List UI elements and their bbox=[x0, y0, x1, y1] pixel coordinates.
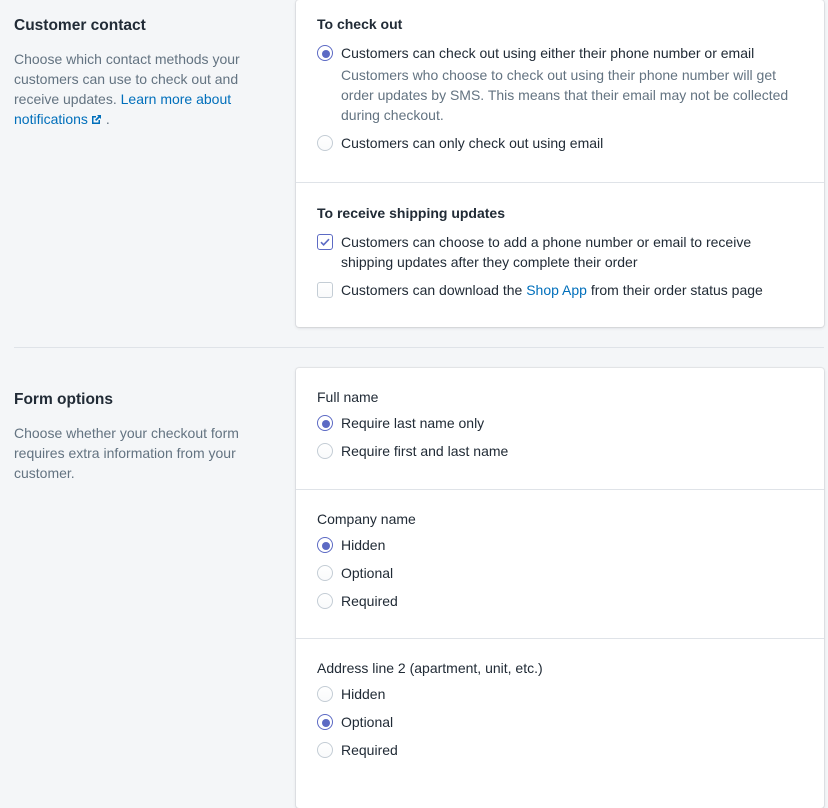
checkout-option-phone-or-email[interactable]: Customers can check out using either the… bbox=[317, 43, 803, 125]
external-link-icon bbox=[91, 110, 102, 130]
radio-address2-required[interactable] bbox=[317, 742, 333, 758]
radio-phone-or-email[interactable] bbox=[317, 45, 333, 61]
customer-contact-title: Customer contact bbox=[14, 17, 146, 34]
full-name-heading: Full name bbox=[317, 389, 379, 405]
address2-option-optional[interactable]: Optional bbox=[317, 712, 803, 732]
full-name-option-first-and-last[interactable]: Require first and last name bbox=[317, 441, 803, 461]
shipping-updates-section: To receive shipping updates Customers ca… bbox=[296, 182, 824, 327]
company-name-heading: Company name bbox=[317, 511, 416, 527]
radio-company-optional[interactable] bbox=[317, 565, 333, 581]
company-option-hidden[interactable]: Hidden bbox=[317, 535, 803, 555]
radio-last-name-only[interactable] bbox=[317, 415, 333, 431]
radio-company-required[interactable] bbox=[317, 593, 333, 609]
company-option-optional[interactable]: Optional bbox=[317, 563, 803, 583]
radio-email-only[interactable] bbox=[317, 135, 333, 151]
checkout-section: To check out Customers can check out usi… bbox=[296, 0, 824, 182]
radio-company-hidden[interactable] bbox=[317, 537, 333, 553]
form-options-description: Choose whether your checkout form requir… bbox=[14, 425, 239, 481]
section-divider bbox=[14, 347, 824, 348]
full-name-section: Full name Require last name only Require… bbox=[296, 368, 824, 489]
company-name-section: Company name Hidden Optional Required bbox=[296, 489, 824, 638]
shipping-option-shop-app[interactable]: Customers can download the Shop App from… bbox=[317, 280, 803, 300]
phone-or-email-help-text: Customers who choose to check out using … bbox=[341, 67, 789, 123]
checkbox-shop-app[interactable] bbox=[317, 282, 333, 298]
checkbox-add-contact[interactable] bbox=[317, 234, 333, 250]
customer-contact-description-panel: Customer contact Choose which contact me… bbox=[14, 17, 254, 130]
checkout-option-email-only[interactable]: Customers can only check out using email bbox=[317, 133, 803, 153]
customer-contact-description: Choose which contact methods your custom… bbox=[14, 49, 254, 130]
address2-option-hidden[interactable]: Hidden bbox=[317, 684, 803, 704]
checkmark-icon bbox=[320, 238, 330, 246]
address2-option-required[interactable]: Required bbox=[317, 740, 803, 760]
shop-app-link[interactable]: Shop App bbox=[526, 282, 587, 298]
radio-address2-hidden[interactable] bbox=[317, 686, 333, 702]
shipping-option-add-contact[interactable]: Customers can choose to add a phone numb… bbox=[317, 232, 803, 272]
form-options-title: Form options bbox=[14, 391, 114, 408]
full-name-option-last-only[interactable]: Require last name only bbox=[317, 413, 803, 433]
radio-address2-optional[interactable] bbox=[317, 714, 333, 730]
form-options-card: Full name Require last name only Require… bbox=[296, 368, 824, 808]
address-line-2-heading: Address line 2 (apartment, unit, etc.) bbox=[317, 660, 543, 676]
customer-contact-card: To check out Customers can check out usi… bbox=[296, 0, 824, 327]
checkout-heading: To check out bbox=[317, 16, 403, 32]
address-line-2-section: Address line 2 (apartment, unit, etc.) H… bbox=[296, 638, 824, 808]
company-option-required[interactable]: Required bbox=[317, 591, 803, 611]
shipping-updates-heading: To receive shipping updates bbox=[317, 205, 506, 221]
form-options-description-panel: Form options Choose whether your checkou… bbox=[14, 391, 254, 483]
radio-first-and-last-name[interactable] bbox=[317, 443, 333, 459]
